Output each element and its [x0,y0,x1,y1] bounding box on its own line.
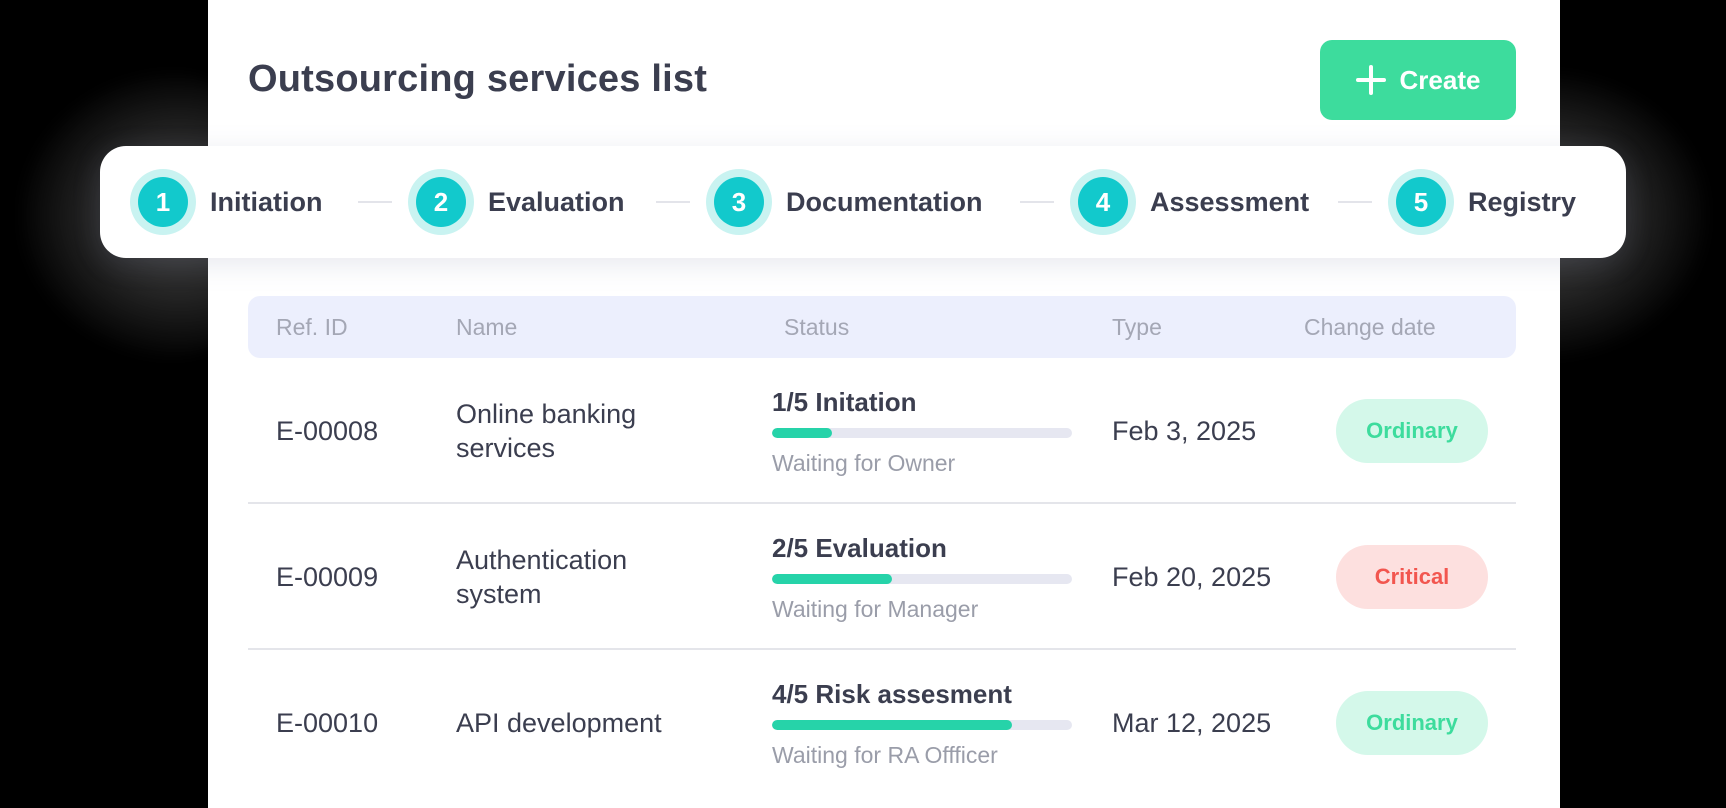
date-cell: Feb 3, 2025 [1112,416,1257,446]
step-number: 4 [1078,177,1128,227]
column-header-name[interactable]: Name [456,296,517,358]
column-header-ref-id[interactable]: Ref. ID [276,296,348,358]
page-title: Outsourcing services list [248,58,708,100]
type-badge: Ordinary [1336,399,1488,463]
date-cell: Mar 12, 2025 [1112,708,1272,738]
column-header-status[interactable]: Status [784,296,849,358]
status-title: 4/5 Risk assesment [772,679,1012,709]
step-label: Documentation [786,186,983,217]
table-row[interactable]: E-00008 Online banking services 1/5 Init… [248,358,1516,504]
step-label: Initiation [210,186,323,217]
step-label: Evaluation [488,186,625,217]
step-number: 2 [416,177,466,227]
status-progress-fill [772,428,832,438]
date-cell: Feb 20, 2025 [1112,562,1272,592]
name-cell: Authentication system [456,545,628,609]
process-stepper: 1 Initiation 2 Evaluation 3 Documentatio… [100,146,1626,258]
status-subtitle: Waiting for Manager [772,596,979,622]
step-number: 5 [1396,177,1446,227]
status-title: 1/5 Initation [772,387,917,417]
step-separator [656,201,690,203]
ref-id-cell: E-00009 [276,562,379,592]
status-title: 2/5 Evaluation [772,533,947,563]
status-progress-fill [772,574,892,584]
step-label: Assessment [1150,186,1310,217]
table-row[interactable]: E-00009 Authentication system 2/5 Evalua… [248,504,1516,650]
table-header: Ref. ID Name Status Type Change date [248,296,1516,358]
type-badge: Ordinary [1336,691,1488,755]
step-separator [1020,201,1054,203]
step-documentation[interactable]: 3 Documentation [714,146,983,258]
ref-id-cell: E-00008 [276,416,379,446]
column-header-change-date[interactable]: Change date [1304,296,1436,358]
plus-icon [1355,65,1386,95]
step-number: 1 [138,177,188,227]
name-cell: Online banking services [456,399,637,463]
step-label: Registry [1468,186,1577,217]
step-evaluation[interactable]: 2 Evaluation [416,146,625,258]
create-button[interactable]: Create [1320,40,1516,120]
column-header-type[interactable]: Type [1112,296,1162,358]
step-initiation[interactable]: 1 Initiation [138,146,322,258]
status-progress-fill [772,720,1012,730]
ref-id-cell: E-00010 [276,708,379,738]
status-progress-bar [772,720,1072,730]
status-subtitle: Waiting for Owner [772,450,956,476]
step-assessment[interactable]: 4 Assessment [1078,146,1309,258]
table-row[interactable]: E-00010 API development 4/5 Risk assesme… [248,650,1516,796]
status-progress-bar [772,428,1072,438]
create-button-label: Create [1399,64,1481,95]
step-registry[interactable]: 5 Registry [1396,146,1576,258]
step-separator [1338,201,1372,203]
name-cell: API development [456,708,662,738]
status-progress-bar [772,574,1072,584]
status-subtitle: Waiting for RA Offficer [772,742,998,768]
step-separator [358,201,392,203]
step-number: 3 [714,177,764,227]
type-badge: Critical [1336,545,1488,609]
